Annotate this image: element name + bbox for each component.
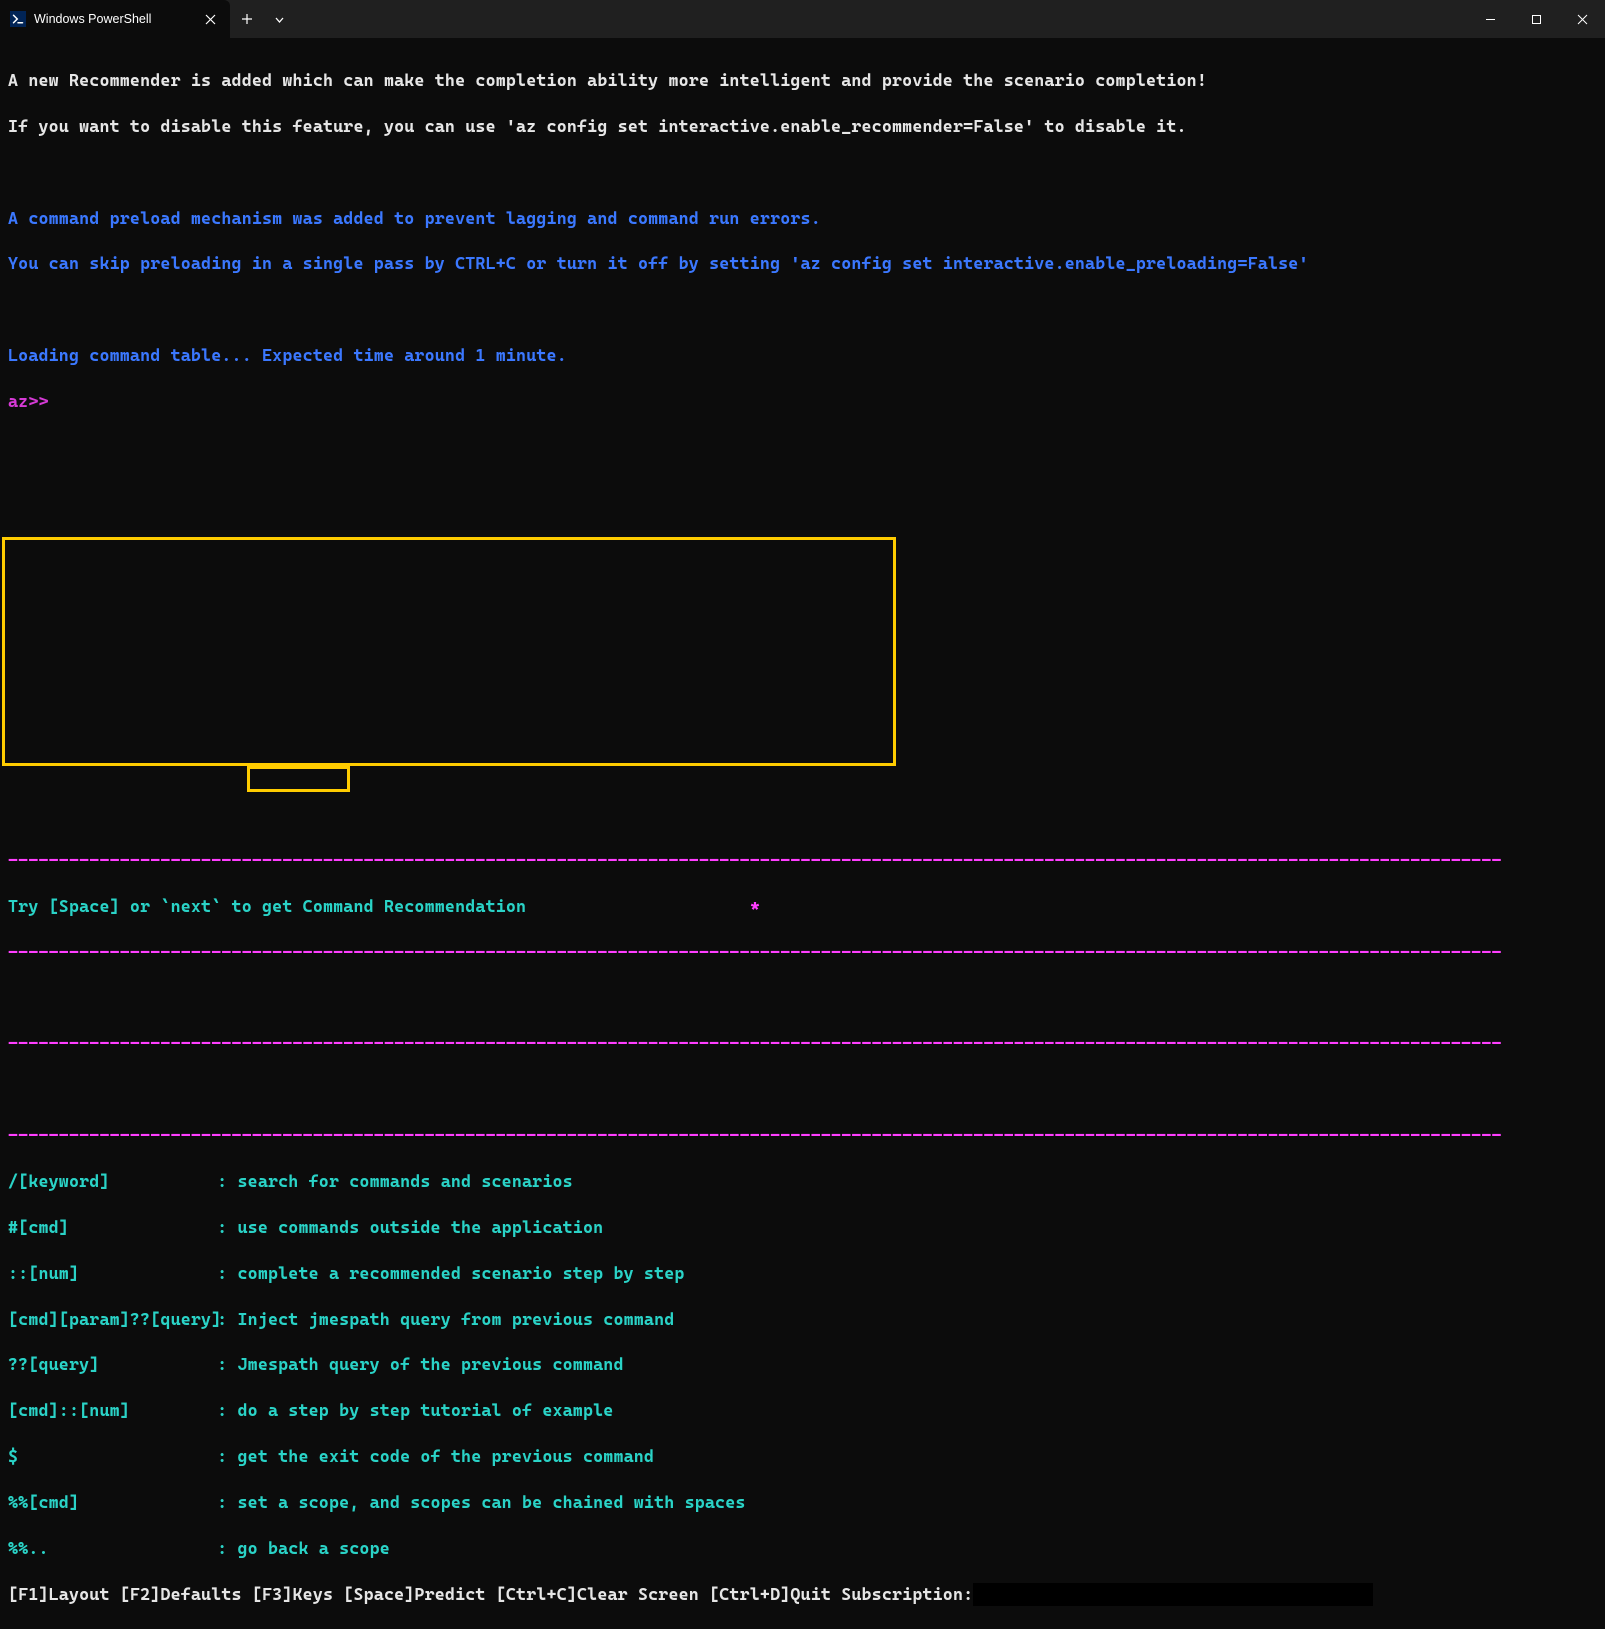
status-bar: [F1]Layout [F2]Defaults [F3]Keys [Space]…: [8, 1583, 1597, 1606]
help-row: ::[num]: complete a recommended scenario…: [8, 1262, 1597, 1285]
output-line: If you want to disable this feature, you…: [8, 115, 1597, 138]
help-row: $: get the exit code of the previous com…: [8, 1445, 1597, 1468]
prompt-line[interactable]: az>>: [8, 390, 1597, 413]
window-controls: [1467, 0, 1605, 38]
terminal-tab[interactable]: Windows PowerShell: [0, 0, 230, 38]
help-row: [cmd]::[num]: do a step by step tutorial…: [8, 1399, 1597, 1422]
tab-title: Windows PowerShell: [34, 11, 200, 28]
output-line: You can skip preloading in a single pass…: [8, 252, 1597, 275]
output-line: A new Recommender is added which can mak…: [8, 69, 1597, 92]
divider-line: ----------------------------------------…: [8, 1124, 1597, 1147]
subscription-value: [973, 1583, 1373, 1606]
tab-close-button[interactable]: [200, 9, 220, 29]
output-line: Loading command table... Expected time a…: [8, 344, 1597, 367]
help-row: ??[query]: Jmespath query of the previou…: [8, 1353, 1597, 1376]
divider-line: ----------------------------------------…: [8, 849, 1597, 872]
help-row: %%[cmd]: set a scope, and scopes can be …: [8, 1491, 1597, 1514]
recommendation-hint: Try [Space] or `next` to get Command Rec…: [8, 895, 1597, 918]
output-line: A command preload mechanism was added to…: [8, 207, 1597, 230]
minimize-button[interactable]: [1467, 0, 1513, 38]
powershell-icon: [10, 11, 26, 27]
help-row: [cmd][param]??[query]: Inject jmespath q…: [8, 1308, 1597, 1331]
close-window-button[interactable]: [1559, 0, 1605, 38]
window-titlebar: Windows PowerShell: [0, 0, 1605, 38]
divider-line: ----------------------------------------…: [8, 1032, 1597, 1055]
tab-dropdown-button[interactable]: [264, 0, 294, 38]
new-tab-button[interactable]: [230, 0, 264, 38]
help-row: /[keyword]: search for commands and scen…: [8, 1170, 1597, 1193]
help-row: %%..: go back a scope: [8, 1537, 1597, 1560]
terminal-output[interactable]: A new Recommender is added which can mak…: [0, 38, 1605, 1629]
star-icon: *: [750, 895, 760, 918]
divider-line: ----------------------------------------…: [8, 941, 1597, 964]
help-row: #[cmd]: use commands outside the applica…: [8, 1216, 1597, 1239]
maximize-button[interactable]: [1513, 0, 1559, 38]
